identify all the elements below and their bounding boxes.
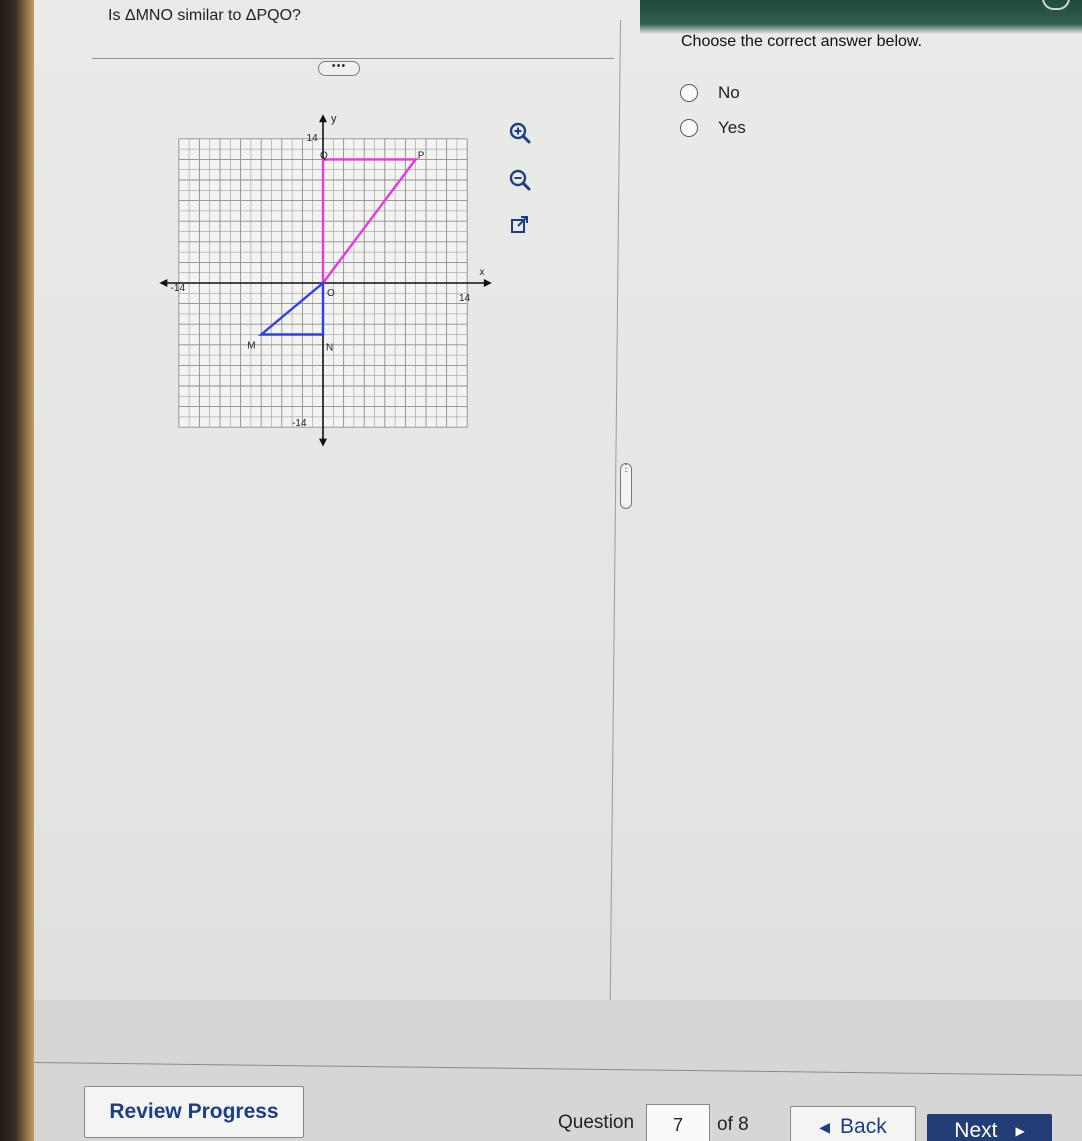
next-arrow-icon: ▶ — [1015, 1124, 1025, 1138]
answer-prompt: Choose the correct answer below. — [681, 33, 923, 50]
back-button[interactable]: ◀ Back — [790, 1106, 916, 1141]
zoom-out-icon[interactable] — [507, 167, 533, 193]
y-axis-arrow-up — [319, 114, 327, 123]
next-button[interactable]: Next ▶ — [927, 1114, 1052, 1141]
y-max-tick-label: 14 — [307, 133, 319, 144]
point-label-n: N — [326, 343, 333, 354]
divider — [92, 58, 614, 59]
pane-divider — [609, 19, 621, 1000]
x-axis-label: x — [480, 267, 485, 278]
corner-icon — [1042, 0, 1070, 10]
radio-yes[interactable] — [680, 119, 698, 137]
review-progress-button[interactable]: Review Progress — [84, 1086, 304, 1138]
zoom-in-icon[interactable] — [507, 120, 533, 146]
back-arrow-icon: ◀ — [819, 1118, 831, 1135]
question-text: Is ΔMNO similar to ΔPQO? — [108, 7, 301, 24]
choice-yes-label: Yes — [718, 118, 746, 137]
screen: Is ΔMNO similar to ΔPQO? ••• x y -14 14 14 -1… — [0, 0, 1082, 1141]
x-min-tick-label: -14 — [171, 283, 186, 294]
question-total: of 8 — [717, 1114, 749, 1135]
question-number-input[interactable]: 7 — [646, 1104, 710, 1141]
coordinate-graph: x y -14 14 14 -14 M N O P Q — [148, 100, 498, 460]
point-label-q: Q — [320, 150, 328, 161]
choice-no-label: No — [718, 83, 740, 102]
question-label: Question — [558, 1112, 635, 1133]
more-options-button[interactable]: ••• — [318, 61, 360, 76]
next-label: Next — [954, 1119, 998, 1141]
x-axis-arrow-right — [483, 279, 492, 287]
point-label-o: O — [327, 288, 335, 299]
graph-svg: x y -14 14 14 -14 M N O P Q — [159, 113, 492, 447]
header-bar — [640, 0, 1082, 34]
y-axis-arrow-down — [319, 438, 327, 447]
back-label: Back — [840, 1115, 887, 1138]
x-axis-arrow-left — [159, 279, 168, 287]
radio-no[interactable] — [680, 84, 698, 102]
y-min-tick-label: -14 — [292, 418, 307, 429]
choice-yes[interactable]: Yes — [680, 118, 746, 138]
point-label-p: P — [418, 150, 425, 161]
pane-resize-handle[interactable]: ⋮ — [620, 463, 632, 509]
x-max-tick-label: 14 — [459, 293, 471, 304]
point-label-m: M — [247, 341, 255, 352]
external-link-icon[interactable] — [507, 212, 533, 238]
device-bezel — [0, 0, 34, 1141]
choice-no[interactable]: No — [680, 83, 740, 103]
y-axis-label: y — [331, 113, 337, 125]
